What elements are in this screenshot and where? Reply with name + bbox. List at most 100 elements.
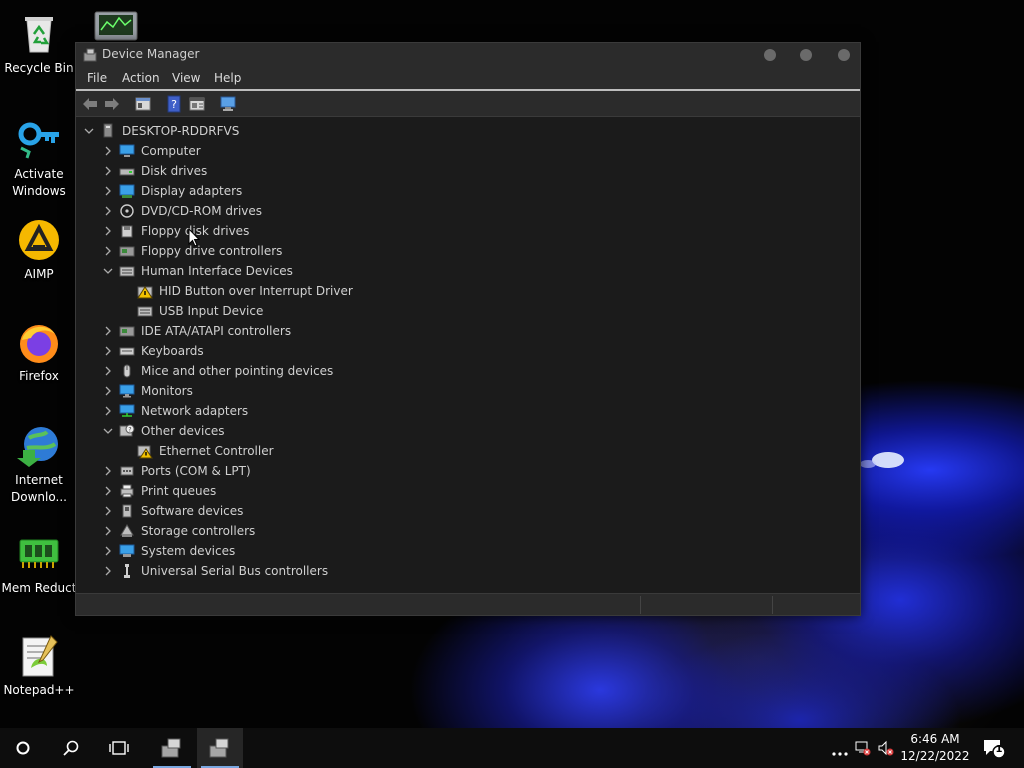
tree-category-item[interactable]: Floppy drive controllers bbox=[103, 241, 603, 261]
tree-item-label: Disk drives bbox=[141, 164, 208, 178]
tree-category-item[interactable]: Ports (COM & LPT) bbox=[103, 461, 603, 481]
tree-category-item[interactable]: Disk drives bbox=[103, 161, 603, 181]
chevron-right-icon[interactable] bbox=[103, 326, 113, 336]
action-center-button[interactable]: 1 bbox=[982, 738, 1006, 760]
chevron-right-icon[interactable] bbox=[103, 566, 113, 576]
task-view-icon bbox=[109, 741, 129, 755]
forward-arrow-icon[interactable] bbox=[103, 95, 121, 113]
tree-category-item[interactable]: Computer bbox=[103, 141, 603, 161]
desktop-icon-aimp[interactable]: AIMP bbox=[1, 218, 77, 283]
help-icon[interactable]: ? bbox=[165, 95, 183, 113]
chevron-right-icon[interactable] bbox=[103, 246, 113, 256]
tree-child-item[interactable]: Ethernet Controller bbox=[121, 441, 621, 461]
notepad-plus-plus-icon bbox=[22, 635, 58, 677]
tree-category-item[interactable]: DVD/CD-ROM drives bbox=[103, 201, 603, 221]
start-circle-icon bbox=[16, 741, 30, 755]
tree-category-item[interactable]: IDE ATA/ATAPI controllers bbox=[103, 321, 603, 341]
idm-globe-icon bbox=[17, 427, 58, 467]
task-view-button[interactable] bbox=[96, 728, 142, 768]
tree-item-label: Display adapters bbox=[141, 184, 243, 198]
taskbar-app-1[interactable] bbox=[149, 728, 195, 768]
chevron-right-icon[interactable] bbox=[103, 206, 113, 216]
desktop-icon-label: Notepad++ bbox=[3, 683, 75, 697]
tree-item-label: Network adapters bbox=[141, 404, 249, 418]
network-disconnected-icon[interactable] bbox=[855, 740, 871, 756]
tree-item-label: System devices bbox=[141, 544, 236, 558]
menu-help[interactable]: Help bbox=[214, 71, 241, 85]
chevron-right-icon[interactable] bbox=[103, 546, 113, 556]
properties-icon[interactable] bbox=[188, 95, 206, 113]
close-button[interactable] bbox=[838, 49, 850, 61]
chevron-down-icon[interactable] bbox=[103, 426, 113, 436]
desktop-icon-activate-windows[interactable]: Activate Windows bbox=[1, 118, 77, 200]
chevron-right-icon[interactable] bbox=[103, 526, 113, 536]
taskbar-app-device-manager[interactable] bbox=[197, 728, 243, 768]
back-arrow-icon[interactable] bbox=[81, 95, 99, 113]
tree-category-item[interactable]: Network adapters bbox=[103, 401, 603, 421]
start-button[interactable] bbox=[0, 728, 46, 768]
tree-category-item[interactable]: Human Interface Devices bbox=[103, 261, 603, 281]
desktop-icon-internet-download-manager[interactable]: Internet Downlo... bbox=[1, 424, 77, 506]
menu-bar: File Action View Help bbox=[76, 67, 860, 91]
tree-item-label: Universal Serial Bus controllers bbox=[141, 564, 329, 578]
title-bar[interactable]: Device Manager bbox=[76, 43, 860, 67]
desktop-icon-label: Activate Windows bbox=[12, 167, 66, 198]
tree-item-label: HID Button over Interrupt Driver bbox=[159, 284, 353, 298]
tree-category-item[interactable]: Display adapters bbox=[103, 181, 603, 201]
tree-category-item[interactable]: System devices bbox=[103, 541, 603, 561]
svg-text:?: ? bbox=[171, 98, 177, 111]
tree-root[interactable]: DESKTOP-RDDRFVS bbox=[84, 121, 384, 141]
desktop-icon-partial[interactable] bbox=[93, 10, 139, 42]
status-separator bbox=[772, 596, 773, 614]
desktop-icon-mem-reduct[interactable]: Mem Reduct bbox=[1, 532, 77, 597]
minimize-button[interactable] bbox=[764, 49, 776, 61]
chevron-right-icon[interactable] bbox=[103, 186, 113, 196]
ide-controller-icon bbox=[119, 326, 135, 337]
maximize-button[interactable] bbox=[800, 49, 812, 61]
tree-category-item[interactable]: Print queues bbox=[103, 481, 603, 501]
hid-warning-icon bbox=[137, 286, 153, 299]
taskbar-clock[interactable]: 6:46 AM 12/22/2022 bbox=[900, 731, 970, 765]
search-icon bbox=[63, 740, 79, 756]
chevron-right-icon[interactable] bbox=[103, 346, 113, 356]
show-hide-console-tree-icon[interactable] bbox=[134, 95, 152, 113]
chevron-right-icon[interactable] bbox=[103, 366, 113, 376]
desktop-icon-notepad-plus-plus[interactable]: Notepad++ bbox=[1, 634, 77, 699]
tree-category-item[interactable]: ? Other devices bbox=[103, 421, 603, 441]
tree-category-item[interactable]: Universal Serial Bus controllers bbox=[103, 561, 603, 581]
tree-child-item[interactable]: HID Button over Interrupt Driver bbox=[121, 281, 621, 301]
volume-muted-icon[interactable] bbox=[878, 740, 894, 756]
floppy-controller-icon bbox=[119, 246, 135, 257]
show-hidden-icons-ellipsis-icon[interactable] bbox=[832, 746, 848, 762]
chevron-down-icon[interactable] bbox=[103, 266, 113, 276]
desktop-icon-recycle-bin[interactable]: Recycle Bin bbox=[1, 12, 77, 77]
display-adapter-icon bbox=[119, 184, 135, 198]
tree-item-label: Print queues bbox=[141, 484, 217, 498]
tree-category-item[interactable]: Keyboards bbox=[103, 341, 603, 361]
tree-item-label: Mice and other pointing devices bbox=[141, 364, 334, 378]
tree-category-item[interactable]: Storage controllers bbox=[103, 521, 603, 541]
search-button[interactable] bbox=[48, 728, 94, 768]
menu-view[interactable]: View bbox=[172, 71, 200, 85]
hid-icon bbox=[119, 266, 135, 277]
chevron-right-icon[interactable] bbox=[103, 226, 113, 236]
desktop-icon-firefox[interactable]: Firefox bbox=[1, 320, 77, 385]
chevron-right-icon[interactable] bbox=[103, 486, 113, 496]
tree-category-item[interactable]: Monitors bbox=[103, 381, 603, 401]
chevron-right-icon[interactable] bbox=[103, 466, 113, 476]
menu-file[interactable]: File bbox=[87, 71, 107, 85]
chevron-right-icon[interactable] bbox=[103, 506, 113, 516]
chevron-right-icon[interactable] bbox=[103, 386, 113, 396]
chevron-right-icon[interactable] bbox=[103, 406, 113, 416]
svg-text:?: ? bbox=[128, 427, 131, 434]
clock-date: 12/22/2022 bbox=[900, 749, 970, 763]
tree-category-item[interactable]: Software devices bbox=[103, 501, 603, 521]
menu-action[interactable]: Action bbox=[122, 71, 160, 85]
tree-category-item[interactable]: Mice and other pointing devices bbox=[103, 361, 603, 381]
tree-child-item[interactable]: USB Input Device bbox=[121, 301, 621, 321]
chevron-right-icon[interactable] bbox=[103, 146, 113, 156]
chevron-right-icon[interactable] bbox=[103, 166, 113, 176]
tree-category-item[interactable]: Floppy disk drives bbox=[103, 221, 603, 241]
scan-hardware-changes-icon[interactable] bbox=[219, 95, 237, 113]
chevron-down-icon[interactable] bbox=[84, 126, 94, 136]
